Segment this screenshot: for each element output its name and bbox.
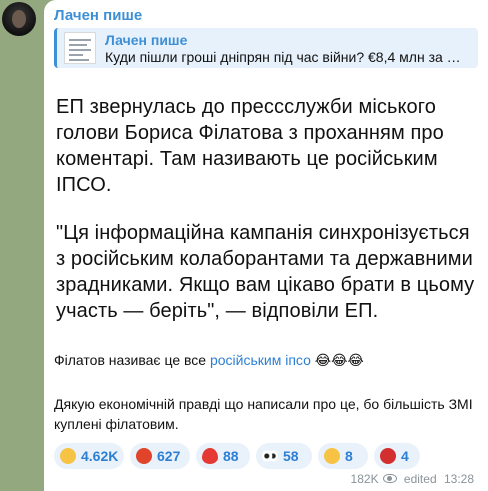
heart-icon <box>202 448 218 464</box>
avatar-face <box>12 10 26 28</box>
reaction-count: 4.62K <box>81 448 119 464</box>
reaction-count: 627 <box>157 448 181 464</box>
view-count: 182K <box>350 472 379 486</box>
message-meta: 182K edited 13:28 <box>347 472 474 486</box>
edited-label: edited <box>403 472 437 486</box>
laughing-emoji-icon: 😂😂😂 <box>314 352 364 368</box>
reaction-count: 88 <box>223 448 239 464</box>
shush-face-icon <box>324 448 340 464</box>
broken-heart-icon <box>380 448 396 464</box>
reply-preview[interactable]: Лачен пише Куди пішли гроші дніпрян під … <box>54 28 478 68</box>
reaction-grinning[interactable]: 4.62K <box>54 443 124 469</box>
comment-text: Філатов називає це все <box>54 352 210 368</box>
reaction-count: 8 <box>345 448 353 464</box>
channel-avatar[interactable] <box>2 2 36 36</box>
message-time: 13:28 <box>443 472 474 486</box>
reaction-count: 4 <box>401 448 409 464</box>
reaction-angry[interactable]: 627 <box>130 443 190 469</box>
message-paragraph: ЕП звернулась до пресcслужби міського го… <box>56 96 444 196</box>
reaction-broken-heart[interactable]: 4 <box>374 443 420 469</box>
reaction-count: 58 <box>283 448 299 464</box>
reply-author: Лачен пише <box>105 32 188 48</box>
reaction-eyes[interactable]: 58 <box>256 443 312 469</box>
reaction-heart[interactable]: 88 <box>196 443 250 469</box>
reply-text: Куди пішли гроші дніпрян під час війни? … <box>105 49 465 65</box>
comment-link[interactable]: російським іпсо <box>210 352 311 368</box>
angry-face-icon <box>136 448 152 464</box>
eyes-icon <box>262 448 278 464</box>
reaction-shush[interactable]: 8 <box>318 443 368 469</box>
grinning-face-icon <box>60 448 76 464</box>
comment-line: Філатов називає це все російським іпсо 😂… <box>54 350 474 370</box>
eye-icon <box>382 474 397 483</box>
reactions-bar: 4.62K 627 88 58 8 4 <box>54 443 484 469</box>
comment-paragraph: Дякую економічній правді що написали про… <box>54 396 473 432</box>
message-bubble: Лачен пише Лачен пише Куди пішли гроші д… <box>44 0 488 491</box>
message-author[interactable]: Лачен пише <box>54 7 142 24</box>
message-quote-paragraph: "Ця інформаційна кампанія синхронізуєтьс… <box>56 222 475 322</box>
reply-thumbnail <box>64 32 96 64</box>
